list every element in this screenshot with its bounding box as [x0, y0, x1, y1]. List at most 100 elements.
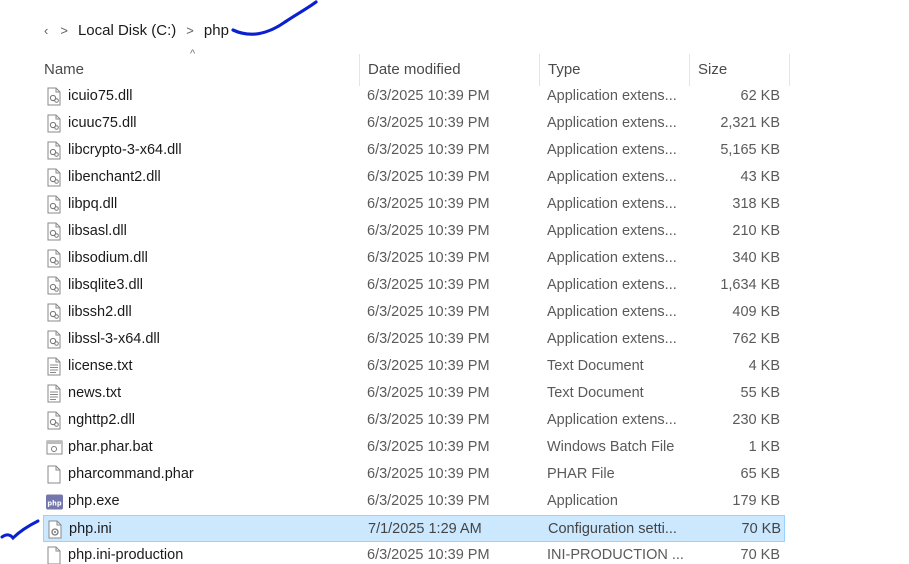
file-name: libcrypto-3-x64.dll [68, 142, 182, 158]
file-type: Text Document [547, 385, 644, 401]
file-type: Application extens... [547, 115, 677, 131]
underline-annotation [231, 0, 318, 36]
file-name: libssl-3-x64.dll [68, 331, 160, 347]
file-size: 230 KB [732, 412, 780, 428]
sort-ascending-icon: ^ [190, 48, 196, 60]
chevron-right-icon: > [186, 22, 194, 38]
file-size: 4 KB [748, 358, 780, 374]
dll-file-icon [46, 299, 63, 326]
file-name: news.txt [68, 385, 122, 401]
file-size: 340 KB [732, 250, 780, 266]
file-name: libssh2.dll [68, 304, 132, 320]
file-row[interactable]: php.ini 7/1/2025 1:29 AM Configuration set… [43, 515, 785, 542]
file-row[interactable]: libssh2.dll 6/3/2025 10:39 PM Application … [43, 299, 785, 326]
file-date-modified: 6/3/2025 10:39 PM [367, 223, 490, 239]
file-row[interactable]: php php.exe 6/3/2025 10:39 PM Application 17… [43, 488, 785, 515]
file-date-modified: 6/3/2025 10:39 PM [367, 88, 490, 104]
file-size: 62 KB [740, 88, 781, 104]
file-name: php.ini [69, 521, 112, 537]
file-date-modified: 6/3/2025 10:39 PM [367, 115, 490, 131]
file-name: php.ini-production [68, 547, 184, 563]
file-type: Application [547, 493, 618, 509]
file-date-modified: 7/1/2025 1:29 AM [368, 521, 482, 537]
file-date-modified: 6/3/2025 10:39 PM [367, 331, 490, 347]
column-header-row: Name Date modified Type Size [0, 54, 790, 86]
file-size: 210 KB [732, 223, 780, 239]
file-type: Text Document [547, 358, 644, 374]
column-header-size[interactable]: Size [690, 54, 790, 86]
breadcrumb-item-local-disk[interactable]: Local Disk (C:) [78, 22, 176, 39]
file-date-modified: 6/3/2025 10:39 PM [367, 358, 490, 374]
file-name: nghttp2.dll [68, 412, 135, 428]
file-size: 762 KB [732, 331, 780, 347]
file-row[interactable]: libcrypto-3-x64.dll 6/3/2025 10:39 PM Appl… [43, 137, 785, 164]
batch-file-icon [46, 434, 63, 461]
file-type: Application extens... [547, 412, 677, 428]
file-size: 55 KB [740, 385, 781, 401]
file-type: PHAR File [547, 466, 615, 482]
file-size: 1 KB [748, 439, 780, 455]
breadcrumb: ‹ > Local Disk (C:) > php [0, 16, 229, 44]
file-row[interactable]: license.txt 6/3/2025 10:39 PM Text Documen… [43, 353, 785, 380]
file-row[interactable]: pharcommand.phar 6/3/2025 10:39 PM PHAR Fi… [43, 461, 785, 488]
file-date-modified: 6/3/2025 10:39 PM [367, 466, 490, 482]
file-name: pharcommand.phar [68, 466, 194, 482]
file-date-modified: 6/3/2025 10:39 PM [367, 385, 490, 401]
file-row[interactable]: nghttp2.dll 6/3/2025 10:39 PM Application … [43, 407, 785, 434]
breadcrumb-overflow-chevron[interactable]: ‹ [44, 23, 48, 38]
file-type: Application extens... [547, 223, 677, 239]
file-name: libpq.dll [68, 196, 118, 212]
file-row[interactable]: libsasl.dll 6/3/2025 10:39 PM Application … [43, 218, 785, 245]
file-date-modified: 6/3/2025 10:39 PM [367, 493, 490, 509]
file-row[interactable]: libpq.dll 6/3/2025 10:39 PM Application ex… [43, 191, 785, 218]
file-row[interactable]: icuio75.dll 6/3/2025 10:39 PM Application … [43, 83, 785, 110]
file-name: libsasl.dll [68, 223, 127, 239]
checkmark-annotation [0, 519, 40, 541]
text-file-icon [46, 380, 63, 407]
file-name: license.txt [68, 358, 133, 374]
file-size: 1,634 KB [720, 277, 780, 293]
config-file-icon [47, 516, 64, 543]
file-row[interactable]: libenchant2.dll 6/3/2025 10:39 PM Applicat… [43, 164, 785, 191]
file-row[interactable]: libsodium.dll 6/3/2025 10:39 PM Applicatio… [43, 245, 785, 272]
dll-file-icon [46, 407, 63, 434]
file-type: Application extens... [547, 169, 677, 185]
column-header-date-modified[interactable]: Date modified [360, 54, 540, 86]
column-header-type[interactable]: Type [540, 54, 690, 86]
file-name: libsodium.dll [68, 250, 148, 266]
file-size: 318 KB [732, 196, 780, 212]
file-date-modified: 6/3/2025 10:39 PM [367, 412, 490, 428]
file-row[interactable]: php.ini-production 6/3/2025 10:39 PM INI-P… [43, 542, 785, 564]
text-file-icon [46, 353, 63, 380]
file-size: 2,321 KB [720, 115, 780, 131]
chevron-right-icon: > [60, 22, 68, 38]
file-type: Application extens... [547, 196, 677, 212]
file-row[interactable]: phar.phar.bat 6/3/2025 10:39 PM Windows Ba… [43, 434, 785, 461]
breadcrumb-item-php[interactable]: php [204, 22, 229, 39]
column-header-name[interactable]: Name [44, 54, 360, 86]
file-type: Application extens... [547, 250, 677, 266]
file-size: 65 KB [740, 466, 781, 482]
file-date-modified: 6/3/2025 10:39 PM [367, 169, 490, 185]
file-name: php.exe [68, 493, 120, 509]
file-size: 70 KB [741, 521, 782, 537]
file-type: Application extens... [547, 142, 677, 158]
file-type: Configuration setti... [548, 521, 677, 537]
file-date-modified: 6/3/2025 10:39 PM [367, 142, 490, 158]
file-size: 70 KB [740, 547, 781, 563]
file-date-modified: 6/3/2025 10:39 PM [367, 547, 490, 563]
file-row[interactable]: news.txt 6/3/2025 10:39 PM Text Document 55… [43, 380, 785, 407]
dll-file-icon [46, 164, 63, 191]
svg-text:php: php [47, 499, 61, 507]
file-size: 5,165 KB [720, 142, 780, 158]
php-exe-icon: php [46, 488, 63, 515]
file-size: 179 KB [732, 493, 780, 509]
file-row[interactable]: libssl-3-x64.dll 6/3/2025 10:39 PM Applica… [43, 326, 785, 353]
file-row[interactable]: icuuc75.dll 6/3/2025 10:39 PM Application … [43, 110, 785, 137]
file-size: 409 KB [732, 304, 780, 320]
dll-file-icon [46, 245, 63, 272]
file-row[interactable]: libsqlite3.dll 6/3/2025 10:39 PM Applicati… [43, 272, 785, 299]
file-type: Application extens... [547, 304, 677, 320]
dll-file-icon [46, 326, 63, 353]
dll-file-icon [46, 191, 63, 218]
